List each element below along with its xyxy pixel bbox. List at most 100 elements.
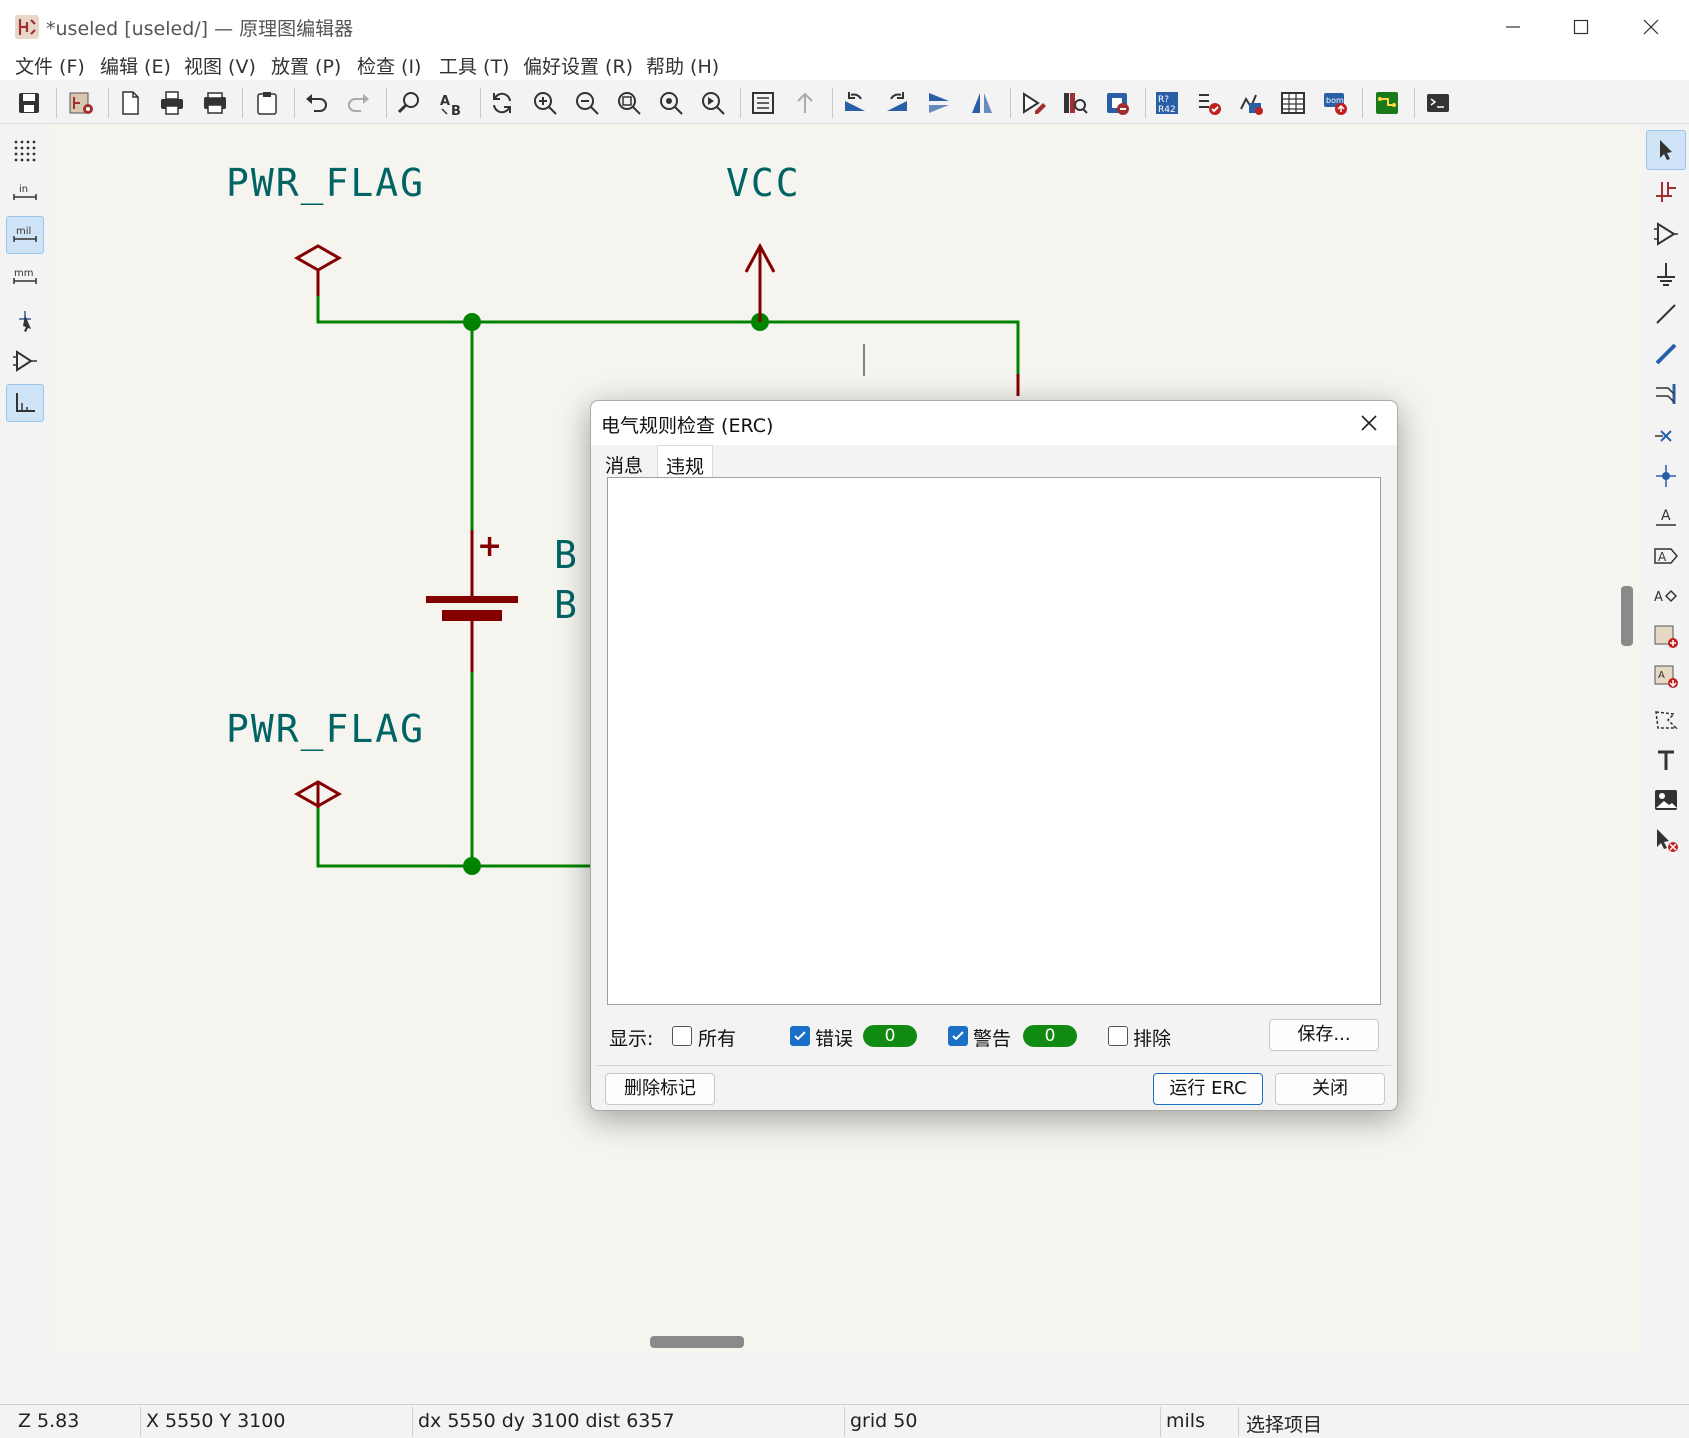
highlight-net-button[interactable] xyxy=(1646,170,1686,210)
minimize-button[interactable] xyxy=(1486,10,1540,44)
vcc-label: VCC xyxy=(726,161,801,205)
rotate-cw-button[interactable] xyxy=(880,86,914,120)
crosshair-cursor-icon xyxy=(19,311,31,332)
maximize-button[interactable] xyxy=(1554,10,1608,44)
symbol-fields-table-icon xyxy=(1281,92,1305,114)
battery-plus-sign: + xyxy=(477,529,502,564)
net-label-button[interactable]: A xyxy=(1646,496,1686,536)
menu-inspect[interactable]: 检查 (I) xyxy=(357,52,421,79)
find-replace-button[interactable]: AB xyxy=(435,86,469,120)
erc-button[interactable] xyxy=(1192,86,1226,120)
show-pins-button[interactable] xyxy=(6,342,44,380)
symbol-editor-icon xyxy=(1023,92,1046,114)
hierarchical-label-button[interactable]: A xyxy=(1646,576,1686,616)
save-icon xyxy=(19,93,39,113)
tab-messages[interactable]: 消息 xyxy=(597,445,651,477)
menu-help[interactable]: 帮助 (H) xyxy=(646,52,719,79)
horizontal-scrollbar[interactable] xyxy=(650,1336,744,1348)
violations-list[interactable] xyxy=(607,477,1381,1005)
generate-bom-button[interactable]: bom xyxy=(1318,86,1352,120)
mirror-horizontal-button[interactable] xyxy=(965,86,999,120)
application-window: *useled [useled/] — 原理图编辑器 文件 (F) 编辑 (E)… xyxy=(0,0,1689,1438)
show-all-checkbox[interactable] xyxy=(672,1026,692,1046)
show-warnings-checkbox[interactable] xyxy=(948,1026,968,1046)
global-label-icon: A xyxy=(1654,548,1678,564)
annotate-icon: R?R42 xyxy=(1156,92,1178,115)
symbol-editor-button[interactable] xyxy=(1016,86,1050,120)
checkmark-icon xyxy=(952,1031,964,1041)
rotate-ccw-button[interactable] xyxy=(838,86,872,120)
delta-readout: dx 5550 dy 3100 dist 6357 xyxy=(418,1410,675,1432)
add-text-button[interactable] xyxy=(1646,740,1686,780)
grid-toggle-button[interactable] xyxy=(6,132,44,170)
menu-edit[interactable]: 编辑 (E) xyxy=(100,52,171,79)
select-tool-button[interactable] xyxy=(1646,130,1686,170)
zoom-objects-button[interactable] xyxy=(654,86,688,120)
place-symbol-button[interactable] xyxy=(1646,214,1686,254)
menu-preferences[interactable]: 偏好设置 (R) xyxy=(523,52,633,79)
paste-button[interactable] xyxy=(250,86,284,120)
page-settings-icon xyxy=(122,91,139,115)
cursor-style-button[interactable] xyxy=(6,300,44,338)
delete-markers-button[interactable]: 删除标记 xyxy=(605,1073,715,1105)
zoom-selection-button[interactable] xyxy=(696,86,730,120)
save-report-button[interactable]: 保存... xyxy=(1269,1019,1379,1051)
orthogonal-wires-button[interactable] xyxy=(6,384,44,422)
scripting-console-button[interactable] xyxy=(1421,86,1455,120)
page-settings-button[interactable] xyxy=(113,86,147,120)
run-erc-button[interactable]: 运行 ERC xyxy=(1153,1073,1263,1105)
delete-tool-button[interactable] xyxy=(1646,820,1686,860)
refresh-button[interactable] xyxy=(485,86,519,120)
print-button[interactable] xyxy=(155,86,189,120)
global-label-button[interactable]: A xyxy=(1646,536,1686,576)
close-dialog-button[interactable]: 关闭 xyxy=(1275,1073,1385,1105)
svg-text:A: A xyxy=(1654,590,1663,605)
zoom-out-button[interactable] xyxy=(570,86,604,120)
close-icon xyxy=(1361,415,1377,431)
zoom-fit-icon xyxy=(618,92,641,115)
menu-tools[interactable]: 工具 (T) xyxy=(439,52,509,79)
tab-violations[interactable]: 违规 xyxy=(657,445,714,478)
plot-button[interactable] xyxy=(198,86,232,120)
pcb-editor-button[interactable] xyxy=(1370,86,1404,120)
leave-sheet-button[interactable] xyxy=(788,86,822,120)
save-button[interactable] xyxy=(12,86,46,120)
no-connect-button[interactable] xyxy=(1646,416,1686,456)
vertical-scrollbar[interactable] xyxy=(1621,586,1633,646)
units-mils-button[interactable]: mil xyxy=(6,216,44,254)
place-power-button[interactable] xyxy=(1646,254,1686,294)
schematic-setup-button[interactable] xyxy=(64,86,98,120)
sheet-pin-icon: A xyxy=(1654,665,1678,688)
zoom-fit-button[interactable] xyxy=(612,86,646,120)
simulator-button[interactable] xyxy=(1234,86,1268,120)
redo-button[interactable] xyxy=(342,86,376,120)
add-sheet-button[interactable] xyxy=(1646,616,1686,656)
zoom-in-button[interactable] xyxy=(528,86,562,120)
draw-wire-button[interactable] xyxy=(1646,294,1686,334)
annotate-button[interactable]: R? R42 xyxy=(1150,86,1184,120)
menu-file[interactable]: 文件 (F) xyxy=(15,52,85,79)
mirror-vertical-button[interactable] xyxy=(922,86,956,120)
bus-entry-button[interactable] xyxy=(1646,374,1686,414)
find-button[interactable] xyxy=(392,86,426,120)
title-bar: *useled [useled/] — 原理图编辑器 xyxy=(0,0,1689,54)
add-image-button[interactable] xyxy=(1646,780,1686,820)
undo-button[interactable] xyxy=(299,86,333,120)
hierarchy-navigator-button[interactable] xyxy=(746,86,780,120)
units-inches-button[interactable]: in xyxy=(6,174,44,212)
units-mm-button[interactable]: mm xyxy=(6,258,44,296)
symbol-fields-table-button[interactable] xyxy=(1276,86,1310,120)
show-excluded-checkbox[interactable] xyxy=(1108,1026,1128,1046)
close-window-button[interactable] xyxy=(1624,10,1678,44)
draw-shape-button[interactable] xyxy=(1646,700,1686,740)
menu-view[interactable]: 视图 (V) xyxy=(184,52,256,79)
menu-place[interactable]: 放置 (P) xyxy=(271,52,341,79)
show-errors-checkbox[interactable] xyxy=(790,1026,810,1046)
junction-button[interactable] xyxy=(1646,456,1686,496)
draw-bus-button[interactable] xyxy=(1646,334,1686,374)
undo-icon xyxy=(306,94,327,112)
sheet-pin-button[interactable]: A xyxy=(1646,656,1686,696)
dialog-close-button[interactable] xyxy=(1351,407,1387,439)
footprint-assign-button[interactable] xyxy=(1100,86,1134,120)
symbol-browser-button[interactable] xyxy=(1058,86,1092,120)
